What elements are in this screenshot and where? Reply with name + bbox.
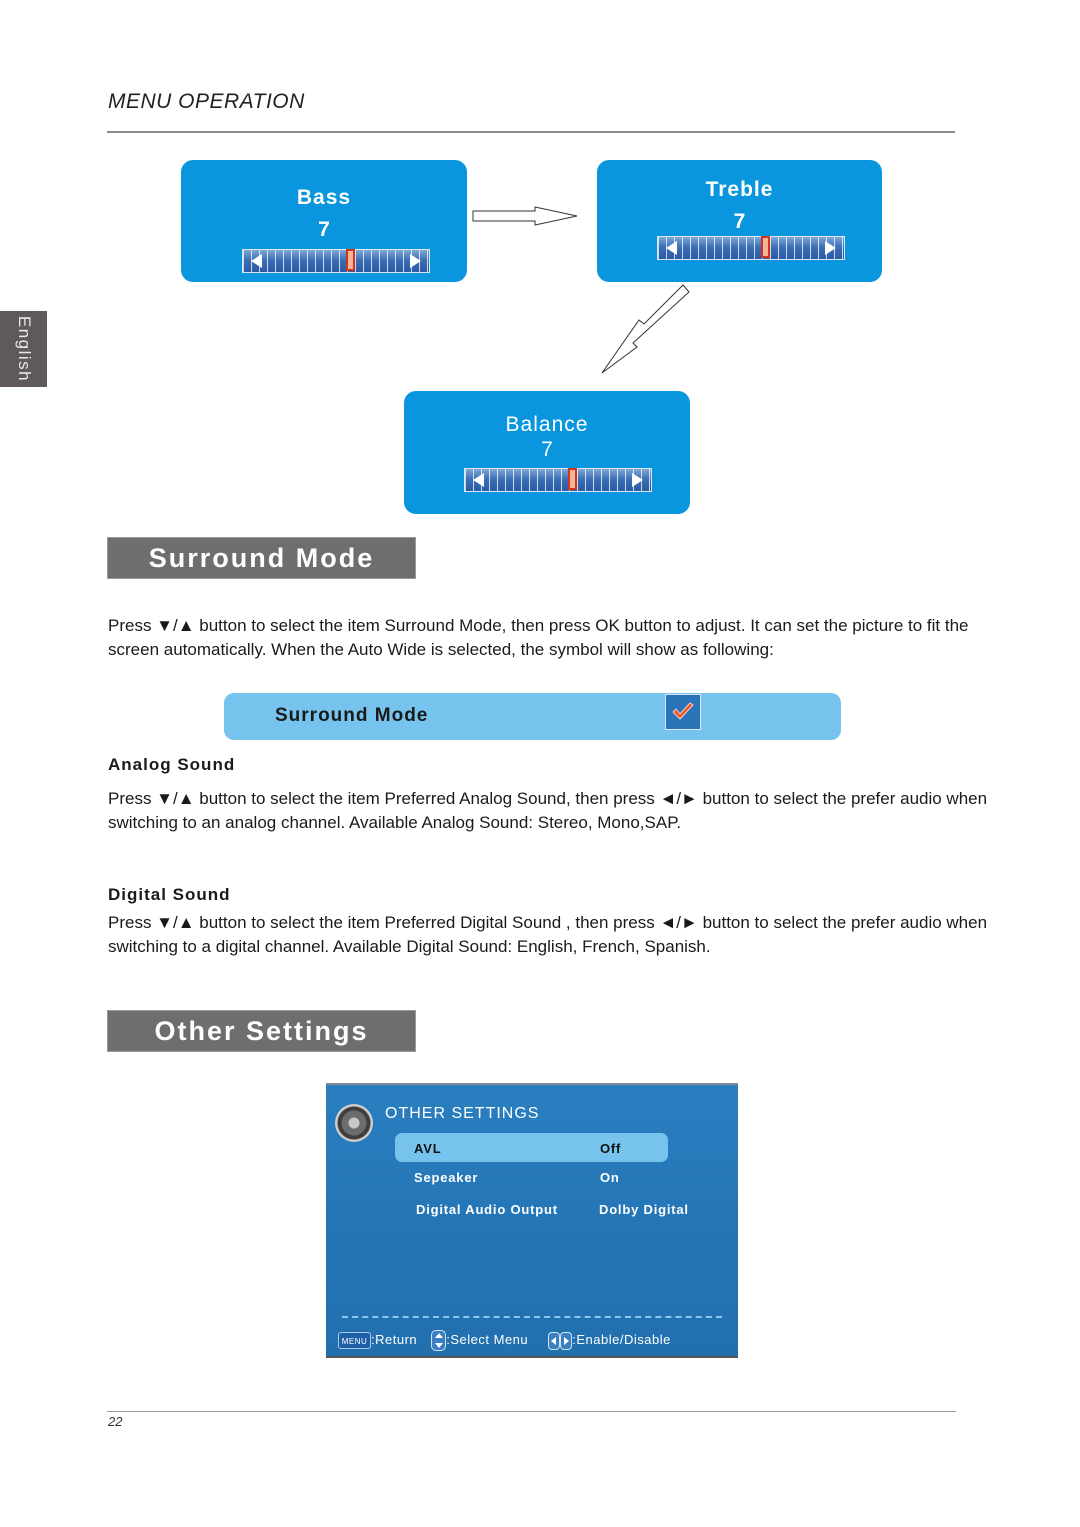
arrow-right-icon <box>410 254 421 268</box>
settings-row-digital-audio-output[interactable]: Digital Audio Output Dolby Digital <box>395 1194 688 1223</box>
language-tab: English <box>0 311 47 387</box>
osd-title: OTHER SETTINGS <box>385 1105 540 1122</box>
treble-value: 7 <box>733 210 746 233</box>
treble-slider[interactable] <box>657 236 845 260</box>
row-value: On <box>600 1170 620 1185</box>
analog-sound-heading: Analog Sound <box>108 755 236 774</box>
footer-divider <box>342 1316 722 1318</box>
arrow-right-icon <box>632 473 643 487</box>
settings-row-speaker[interactable]: Sepeaker On <box>395 1162 668 1191</box>
row-label: Sepeaker <box>414 1170 479 1185</box>
digital-sound-description: Press ▼/▲ button to select the item Pref… <box>108 913 988 956</box>
row-label: AVL <box>414 1141 442 1156</box>
language-tab-label: English <box>14 315 34 383</box>
bass-label: Bass <box>296 186 352 209</box>
surround-mode-description: Press ▼/▲ button to select the item Surr… <box>108 616 969 659</box>
bass-slider[interactable] <box>242 249 430 273</box>
header-divider <box>107 131 955 133</box>
slider-thumb[interactable] <box>568 468 577 490</box>
treble-osd-panel: Treble 7 <box>597 160 882 282</box>
row-label: Digital Audio Output <box>416 1202 558 1217</box>
right-key-icon <box>560 1331 573 1350</box>
surround-mode-checkbox[interactable] <box>665 694 701 730</box>
arrow-right-icon <box>825 241 836 255</box>
enable-disable-hint: :Enable/Disable <box>572 1331 671 1347</box>
balance-slider[interactable] <box>464 468 652 492</box>
treble-label: Treble <box>705 178 774 201</box>
bass-osd-panel: Bass 7 <box>181 160 467 282</box>
arrow-right-icon <box>472 206 578 226</box>
footer-divider <box>107 1411 956 1412</box>
bass-value: 7 <box>318 218 330 241</box>
speaker-icon <box>335 1104 373 1142</box>
menu-key-icon: MENU <box>338 1332 371 1349</box>
page-section-title: MENU OPERATION <box>108 90 305 113</box>
surround-mode-menu-item[interactable]: Surround Mode <box>224 693 841 740</box>
osd-key-legend: MENU:Return :Select Menu :Enable/Disable <box>338 1330 671 1351</box>
balance-value: 7 <box>541 438 553 461</box>
select-menu-hint: :Select Menu <box>446 1331 529 1347</box>
arrow-left-icon <box>473 473 484 487</box>
digital-sound-heading: Digital Sound <box>108 885 231 904</box>
slider-thumb[interactable] <box>346 249 355 271</box>
other-settings-osd: OTHER SETTINGS AVL Off Sepeaker On Digit… <box>326 1083 738 1358</box>
up-down-key-icon <box>431 1330 447 1351</box>
analog-sound-description: Press ▼/▲ button to select the item Pref… <box>108 789 988 832</box>
arrow-left-icon <box>251 254 262 268</box>
slider-thumb[interactable] <box>761 236 770 258</box>
balance-label: Balance <box>505 413 589 436</box>
checkmark-icon <box>672 702 694 720</box>
other-settings-heading: Other Settings <box>107 1010 416 1052</box>
arrow-left-icon <box>666 241 677 255</box>
row-value: Off <box>600 1141 622 1156</box>
return-hint: :Return <box>371 1331 418 1347</box>
row-value: Dolby Digital <box>599 1202 689 1217</box>
settings-row-avl[interactable]: AVL Off <box>395 1133 668 1162</box>
left-key-icon <box>548 1331 561 1350</box>
arrow-down-left-icon <box>601 284 690 374</box>
page-number: 22 <box>108 1414 123 1429</box>
surround-mode-menu-label: Surround Mode <box>275 705 429 726</box>
surround-mode-heading: Surround Mode <box>107 537 416 579</box>
balance-osd-panel: Balance 7 <box>404 391 690 514</box>
